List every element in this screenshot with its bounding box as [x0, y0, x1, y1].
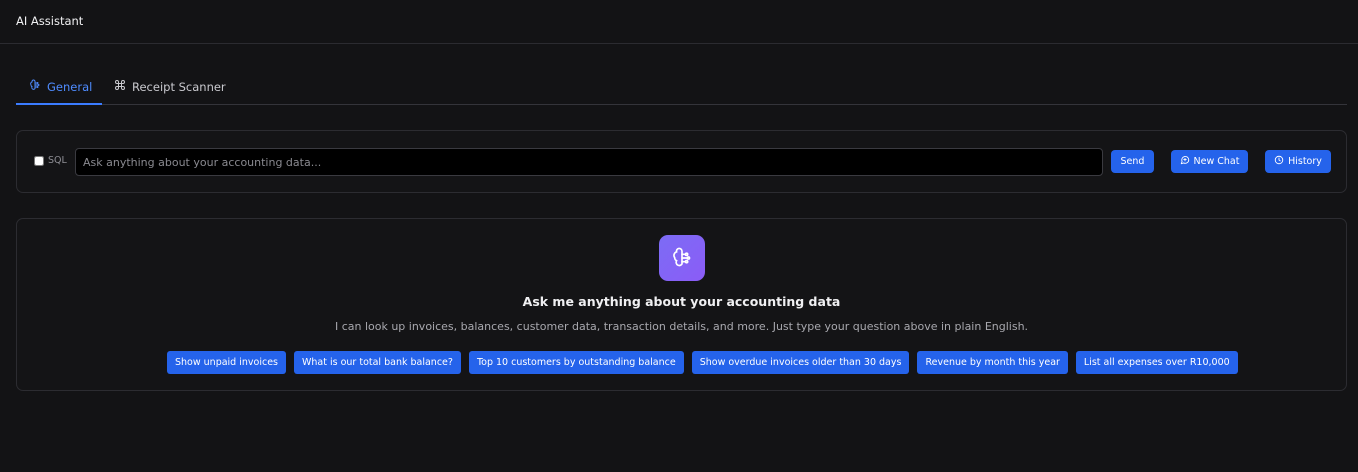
suggestion-chip[interactable]: Revenue by month this year: [917, 351, 1068, 374]
empty-state-subtitle: I can look up invoices, balances, custom…: [334, 320, 1029, 333]
history-button[interactable]: History: [1265, 150, 1331, 173]
suggestion-list: Show unpaid invoices What is our total b…: [167, 351, 1238, 374]
brain-circuit-icon: [659, 235, 705, 281]
top-bar: AI Assistant: [0, 0, 1358, 44]
suggestion-chip[interactable]: Show overdue invoices older than 30 days: [691, 351, 910, 374]
sql-checkbox[interactable]: [34, 155, 44, 166]
empty-state-title: Ask me anything about your accounting da…: [522, 294, 841, 309]
send-button[interactable]: Send: [1111, 150, 1154, 173]
brain-circuit-icon: [29, 79, 41, 94]
suggestion-chip[interactable]: Top 10 customers by outstanding balance: [468, 351, 684, 374]
tab-bar: General Receipt Scanner: [16, 69, 1347, 105]
empty-state-panel: Ask me anything about your accounting da…: [16, 218, 1347, 391]
send-label: Send: [1120, 156, 1145, 167]
sql-toggle[interactable]: SQL: [34, 155, 67, 166]
new-chat-button[interactable]: New Chat: [1171, 150, 1248, 173]
sql-label: SQL: [48, 155, 67, 166]
new-chat-label: New Chat: [1193, 156, 1240, 167]
tab-label: General: [47, 79, 93, 94]
app-title: AI Assistant: [16, 14, 84, 28]
message-plus-icon: [1180, 155, 1190, 168]
tab-receipt-scanner[interactable]: Receipt Scanner: [114, 69, 226, 104]
clock-icon: [1274, 155, 1284, 168]
tab-general[interactable]: General: [16, 69, 102, 105]
suggestion-chip[interactable]: Show unpaid invoices: [167, 351, 286, 374]
history-label: History: [1288, 156, 1322, 167]
tab-label: Receipt Scanner: [132, 79, 226, 94]
scan-icon: [114, 79, 126, 94]
suggestion-chip[interactable]: List all expenses over R10,000: [1075, 351, 1238, 374]
ask-input[interactable]: [75, 148, 1103, 176]
suggestion-chip[interactable]: What is our total bank balance?: [294, 351, 461, 374]
chat-input-bar: SQL Send New Chat History: [16, 130, 1347, 193]
